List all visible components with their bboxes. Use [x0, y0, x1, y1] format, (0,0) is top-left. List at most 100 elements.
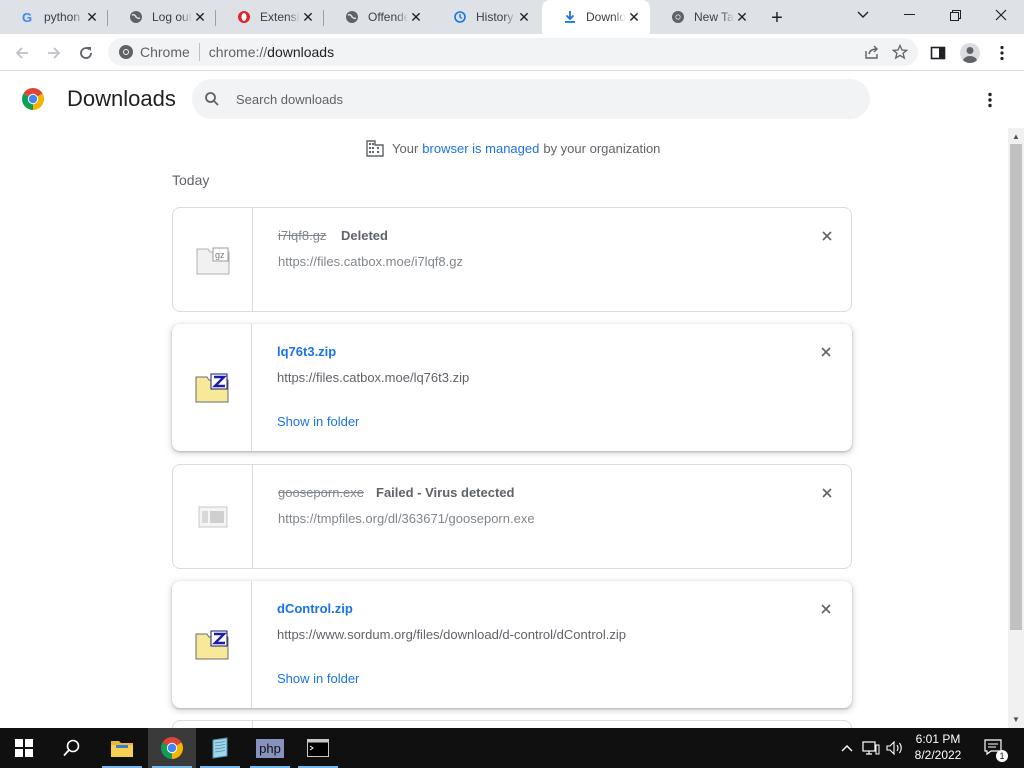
source-url[interactable]: https://www.sordum.org/files/download/d-…	[277, 627, 626, 642]
volume-button[interactable]	[884, 728, 906, 768]
remove-from-list-button[interactable]	[816, 599, 836, 619]
close-icon[interactable]: ✕	[734, 9, 750, 25]
scroll-up-arrow[interactable]: ▲	[1008, 129, 1024, 143]
search-field[interactable]	[192, 79, 870, 119]
source-url[interactable]: https://files.catbox.moe/i7lqf8.gz	[278, 254, 463, 269]
tab-log-out[interactable]: Log out ✕	[108, 0, 216, 34]
close-window-button[interactable]	[978, 0, 1024, 30]
notification-count-badge: 1	[996, 750, 1008, 762]
browser-toolbar: Chrome chrome://downloads	[0, 34, 1024, 71]
show-hidden-icons-button[interactable]	[838, 728, 856, 768]
tab-label: Downlo	[586, 10, 626, 24]
app-taskbar-button[interactable]	[196, 728, 244, 768]
tab-search-button[interactable]	[840, 0, 886, 30]
file-icon-column	[173, 465, 253, 568]
scrollbar-thumb[interactable]	[1010, 144, 1022, 630]
forward-button[interactable]	[40, 39, 68, 67]
arrow-left-icon	[15, 47, 28, 59]
arrow-right-icon	[48, 47, 61, 59]
opera-icon	[236, 9, 252, 25]
minimize-icon	[903, 14, 915, 15]
zip-file-icon	[195, 630, 228, 659]
scroll-down-arrow[interactable]: ▼	[1008, 712, 1024, 726]
tab-label: New Tal	[694, 10, 734, 24]
managed-link[interactable]: browser is managed	[422, 141, 539, 156]
close-icon	[821, 347, 831, 357]
restore-button[interactable]	[932, 0, 978, 30]
tab-label: History	[476, 10, 514, 24]
search-button[interactable]	[48, 728, 96, 768]
file-name-link[interactable]: dControl.zip	[277, 601, 353, 616]
tab-offender[interactable]: Offende ✕	[324, 0, 432, 34]
download-status: Failed - Virus detected	[376, 485, 515, 500]
restore-icon	[949, 9, 961, 21]
url-scheme: chrome://	[208, 44, 268, 60]
close-icon[interactable]: ✕	[408, 9, 424, 25]
source-url[interactable]: https://tmpfiles.org/dl/363671/gooseporn…	[278, 511, 535, 526]
search-icon	[205, 92, 219, 106]
tab-label: Log out	[152, 10, 192, 24]
show-in-folder-link[interactable]: Show in folder	[277, 671, 359, 686]
url-host: downloads	[267, 44, 335, 60]
tab-downloads[interactable]: Downlo ✕	[542, 0, 650, 34]
folder-icon	[111, 741, 133, 757]
gz-file-icon: gz	[196, 247, 229, 274]
file-icon-column: gz	[173, 208, 253, 311]
close-icon[interactable]: ✕	[192, 9, 208, 25]
share-icon	[865, 45, 878, 59]
remove-from-list-button[interactable]	[816, 342, 836, 362]
svg-text:G: G	[22, 10, 32, 24]
site-chip-label: Chrome	[140, 44, 190, 60]
file-name-link[interactable]: lq76t3.zip	[277, 344, 336, 359]
minimize-button[interactable]	[886, 0, 932, 30]
back-button[interactable]	[8, 39, 36, 67]
managed-notice: Your browser is managed by your organiza…	[366, 140, 660, 157]
remove-from-list-button[interactable]	[817, 483, 837, 503]
side-panel-button[interactable]	[924, 39, 952, 67]
new-tab-button[interactable]: +	[766, 7, 788, 29]
show-in-folder-link[interactable]: Show in folder	[277, 414, 359, 429]
download-status: Deleted	[341, 228, 388, 243]
tab-history[interactable]: History ✕	[432, 0, 540, 34]
chrome-taskbar-button[interactable]	[148, 728, 196, 768]
close-icon	[822, 231, 832, 241]
close-icon[interactable]: ✕	[84, 9, 100, 25]
bookmark-button[interactable]	[886, 38, 914, 66]
downloads-menu-button[interactable]	[978, 88, 1002, 112]
network-button[interactable]	[860, 728, 882, 768]
chrome-menu-button[interactable]	[988, 39, 1016, 67]
close-icon	[822, 488, 832, 498]
tab-new-tab[interactable]: New Tal ✕	[650, 0, 758, 34]
file-name: i7lqf8.gz	[278, 228, 327, 243]
share-button[interactable]	[858, 38, 886, 66]
close-icon[interactable]: ✕	[300, 9, 316, 25]
omnibox-actions	[858, 38, 914, 66]
google-icon: G	[20, 9, 36, 25]
action-center-button[interactable]: 1	[980, 728, 1008, 768]
site-info-chip[interactable]: Chrome	[118, 44, 190, 60]
file-icon-column	[172, 324, 252, 451]
history-icon	[452, 9, 468, 25]
system-clock[interactable]: 6:01 PM 8/2/2022	[906, 731, 970, 763]
address-bar[interactable]: Chrome chrome://downloads	[108, 38, 918, 66]
file-name: gooseporn.exe	[278, 485, 365, 500]
clock-time: 6:01 PM	[915, 732, 961, 746]
file-icon-column	[172, 581, 252, 708]
close-icon[interactable]: ✕	[516, 9, 532, 25]
tab-python[interactable]: G python ✕	[0, 0, 108, 34]
file-explorer-button[interactable]	[98, 728, 146, 768]
clock-date: 8/2/2022	[914, 748, 962, 762]
start-button[interactable]	[0, 728, 48, 768]
zip-file-icon	[195, 373, 228, 402]
close-icon[interactable]: ✕	[626, 9, 642, 25]
terminal-taskbar-button[interactable]	[294, 728, 342, 768]
reload-button[interactable]	[72, 39, 100, 67]
php-taskbar-button[interactable]: php	[246, 728, 294, 768]
search-input[interactable]	[236, 91, 836, 107]
source-url[interactable]: https://files.catbox.moe/lq76t3.zip	[277, 370, 469, 385]
profile-button[interactable]	[956, 39, 984, 67]
windows-icon	[15, 739, 33, 757]
tab-label: Offende	[368, 10, 408, 24]
remove-from-list-button[interactable]	[817, 226, 837, 246]
tab-extensions[interactable]: Extensio ✕	[216, 0, 324, 34]
